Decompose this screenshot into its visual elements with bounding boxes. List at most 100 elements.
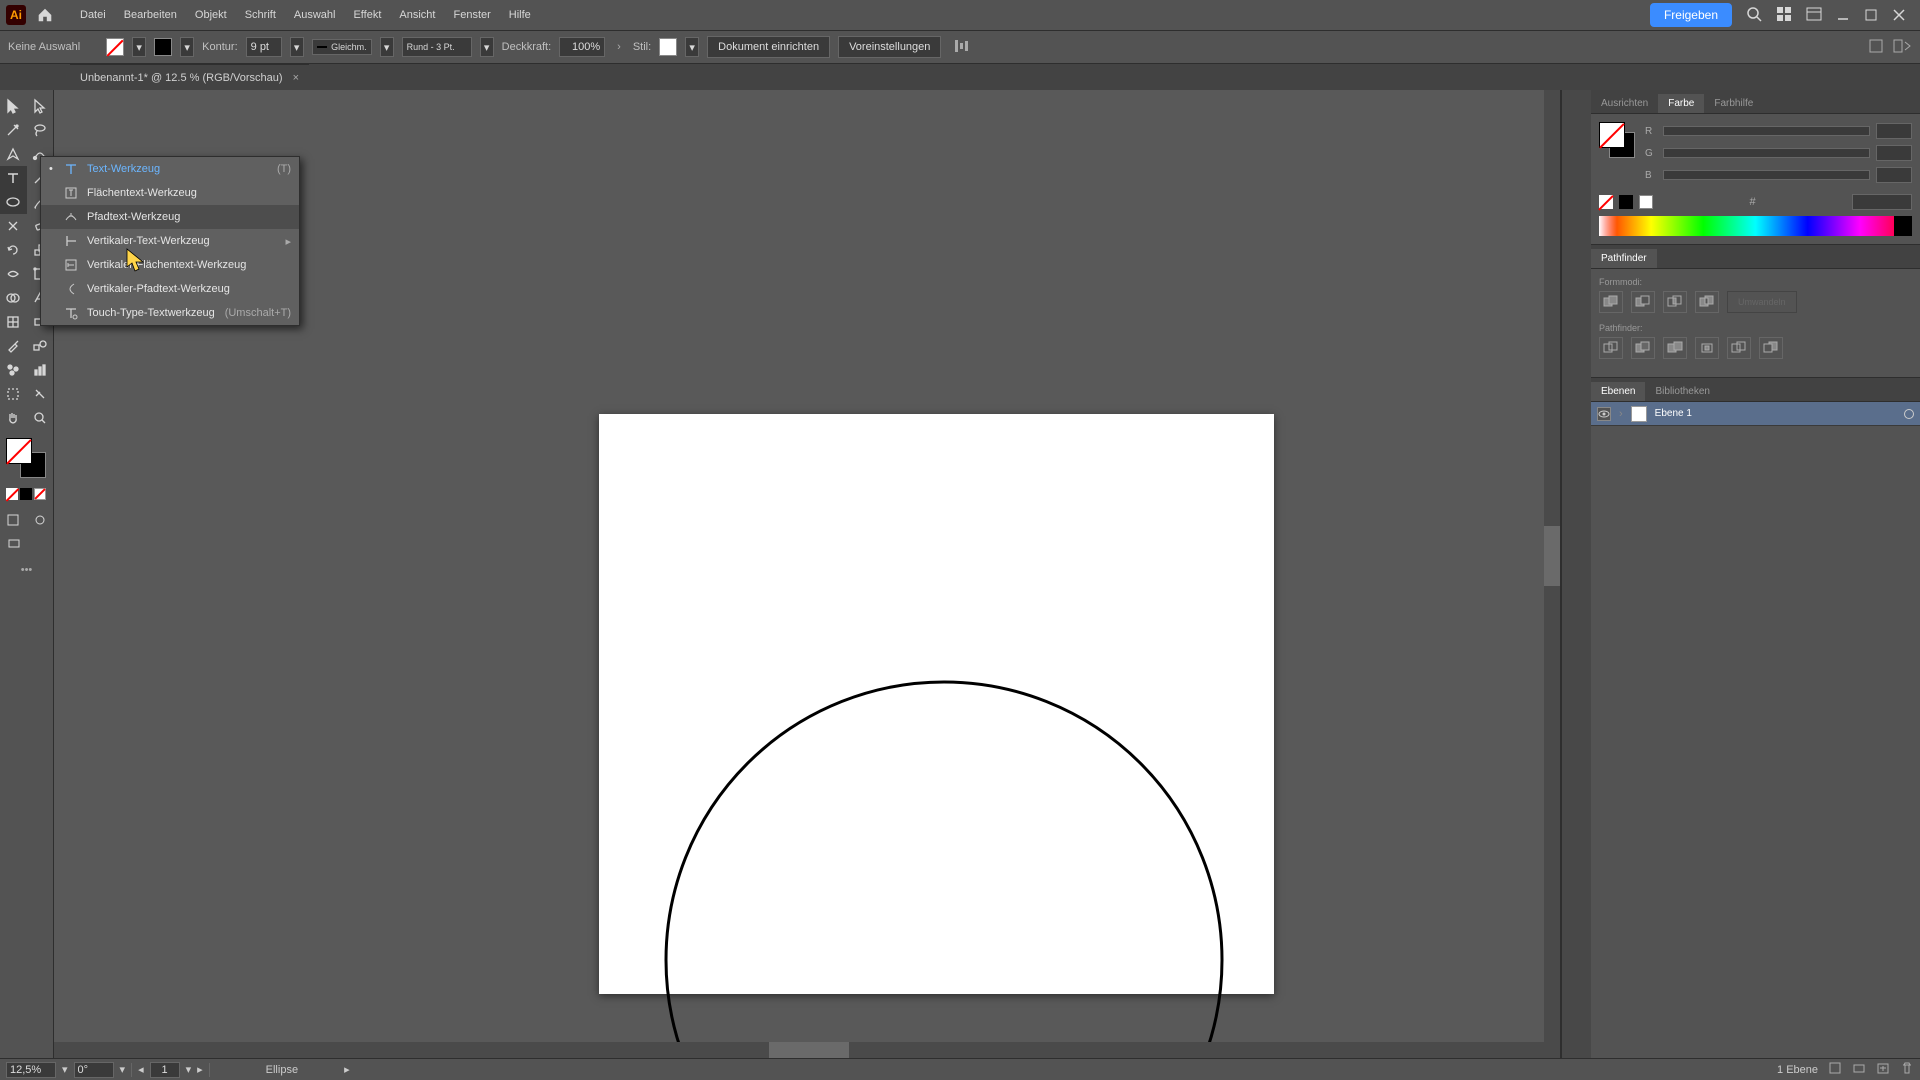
black-swatch-icon[interactable] bbox=[20, 488, 32, 500]
tab-libraries[interactable]: Bibliotheken bbox=[1645, 382, 1719, 401]
black-color-icon[interactable] bbox=[1619, 195, 1633, 209]
menu-effekt[interactable]: Effekt bbox=[345, 5, 389, 25]
zoom-dropdown-icon[interactable]: ▾ bbox=[62, 1063, 68, 1076]
tab-color[interactable]: Farbe bbox=[1658, 94, 1704, 113]
flyout-vertical-path-type-tool[interactable]: Vertikaler-Pfadtext-Werkzeug bbox=[41, 277, 299, 301]
tab-layers[interactable]: Ebenen bbox=[1591, 382, 1645, 401]
flyout-touch-type-tool[interactable]: Touch-Type-Textwerkzeug (Umschalt+T) bbox=[41, 301, 299, 325]
draw-mode-behind[interactable] bbox=[27, 508, 54, 532]
r-value[interactable] bbox=[1876, 123, 1912, 139]
style-swatch[interactable] bbox=[659, 38, 677, 56]
shape-builder-tool[interactable] bbox=[0, 286, 27, 310]
panel-toggle-icon[interactable] bbox=[1868, 38, 1884, 57]
artboard-input[interactable] bbox=[150, 1062, 180, 1078]
pf-minus[interactable] bbox=[1631, 291, 1655, 313]
layer-name[interactable]: Ebene 1 bbox=[1655, 408, 1692, 419]
tab-pathfinder[interactable]: Pathfinder bbox=[1591, 249, 1657, 268]
stroke-weight-input[interactable] bbox=[246, 37, 282, 57]
artboard-next-icon[interactable]: ▸ bbox=[197, 1063, 203, 1076]
doc-setup-button[interactable]: Dokument einrichten bbox=[707, 36, 830, 58]
hand-tool[interactable] bbox=[0, 406, 27, 430]
layer-row[interactable]: › Ebene 1 bbox=[1591, 402, 1920, 426]
none-swatch-icon[interactable] bbox=[6, 488, 18, 500]
brush-dropdown[interactable]: ▾ bbox=[480, 37, 494, 57]
stroke-weight-dropdown[interactable]: ▾ bbox=[290, 37, 304, 57]
fill-swatch[interactable] bbox=[106, 38, 124, 56]
rotate-tool[interactable] bbox=[0, 238, 27, 262]
document-tab[interactable]: Unbenannt-1* @ 12.5 % (RGB/Vorschau) × bbox=[70, 64, 309, 90]
layer-panel-icon-1[interactable] bbox=[1828, 1061, 1842, 1078]
layer-visibility-toggle[interactable] bbox=[1597, 407, 1611, 421]
pf-unite[interactable] bbox=[1599, 291, 1623, 313]
g-slider[interactable] bbox=[1663, 148, 1870, 158]
pf-crop[interactable] bbox=[1695, 337, 1719, 359]
pf-divide[interactable] bbox=[1599, 337, 1623, 359]
color-spectrum[interactable] bbox=[1599, 216, 1912, 236]
screen-mode[interactable] bbox=[0, 532, 27, 556]
essentials-icon[interactable] bbox=[1892, 38, 1912, 57]
color-preview[interactable] bbox=[1599, 122, 1635, 158]
type-tool[interactable] bbox=[0, 166, 27, 190]
opacity-input[interactable] bbox=[559, 37, 605, 57]
g-value[interactable] bbox=[1876, 145, 1912, 161]
share-button[interactable]: Freigeben bbox=[1650, 3, 1732, 27]
minimize-button[interactable] bbox=[1836, 8, 1850, 22]
stroke-dropdown[interactable]: ▾ bbox=[180, 37, 194, 57]
pf-exclude[interactable] bbox=[1695, 291, 1719, 313]
ellipse-tool[interactable] bbox=[0, 190, 27, 214]
stroke-profile[interactable]: Gleichm. bbox=[312, 39, 372, 55]
menu-bearbeiten[interactable]: Bearbeiten bbox=[116, 5, 185, 25]
direct-selection-tool[interactable] bbox=[27, 94, 54, 118]
draw-mode-normal[interactable] bbox=[0, 508, 27, 532]
b-value[interactable] bbox=[1876, 167, 1912, 183]
menu-fenster[interactable]: Fenster bbox=[445, 5, 498, 25]
menu-auswahl[interactable]: Auswahl bbox=[286, 5, 344, 25]
artboard-tool[interactable] bbox=[0, 382, 27, 406]
zoom-input[interactable] bbox=[6, 1062, 56, 1078]
white-swatch-icon[interactable] bbox=[34, 488, 46, 500]
edit-toolbar[interactable]: ••• bbox=[21, 564, 33, 576]
blend-tool[interactable] bbox=[27, 334, 54, 358]
shaper-tool[interactable] bbox=[0, 214, 27, 238]
search-icon[interactable] bbox=[1746, 6, 1762, 25]
fill-stroke-swap[interactable] bbox=[0, 436, 54, 484]
width-tool[interactable] bbox=[0, 262, 27, 286]
workspace-icon[interactable] bbox=[1806, 6, 1822, 25]
panel-strip[interactable] bbox=[1561, 90, 1591, 1058]
eyedropper-tool[interactable] bbox=[0, 334, 27, 358]
close-button[interactable] bbox=[1892, 8, 1906, 22]
arrange-icon[interactable] bbox=[1776, 6, 1792, 25]
fill-dropdown[interactable]: ▾ bbox=[132, 37, 146, 57]
white-color-icon[interactable] bbox=[1639, 195, 1653, 209]
r-slider[interactable] bbox=[1663, 126, 1870, 136]
tab-color-guide[interactable]: Farbhilfe bbox=[1704, 94, 1763, 113]
pf-outline[interactable] bbox=[1727, 337, 1751, 359]
pf-minus-back[interactable] bbox=[1759, 337, 1783, 359]
artboard-dropdown-icon[interactable]: ▾ bbox=[186, 1063, 192, 1076]
layer-target[interactable] bbox=[1904, 409, 1914, 419]
artboard-prev-icon[interactable]: ◂ bbox=[138, 1063, 144, 1076]
pen-tool[interactable] bbox=[0, 142, 27, 166]
vertical-scrollbar[interactable] bbox=[1544, 90, 1560, 1058]
home-icon[interactable] bbox=[36, 6, 54, 24]
pf-intersect[interactable] bbox=[1663, 291, 1687, 313]
menu-objekt[interactable]: Objekt bbox=[187, 5, 235, 25]
graph-tool[interactable] bbox=[27, 358, 54, 382]
close-tab-icon[interactable]: × bbox=[293, 72, 299, 84]
magic-wand-tool[interactable] bbox=[0, 118, 27, 142]
status-nav-icon[interactable]: ▸ bbox=[344, 1063, 350, 1076]
prefs-button[interactable]: Voreinstellungen bbox=[838, 36, 941, 58]
none-color-icon[interactable] bbox=[1599, 195, 1613, 209]
flyout-vertical-type-tool[interactable]: Vertikaler-Text-Werkzeug ▸ bbox=[41, 229, 299, 253]
pf-merge[interactable] bbox=[1663, 337, 1687, 359]
pf-trim[interactable] bbox=[1631, 337, 1655, 359]
menu-schrift[interactable]: Schrift bbox=[237, 5, 284, 25]
layer-panel-icon-2[interactable] bbox=[1852, 1061, 1866, 1078]
mesh-tool[interactable] bbox=[0, 310, 27, 334]
new-layer-icon[interactable] bbox=[1876, 1061, 1890, 1078]
brush-select[interactable]: Rund - 3 Pt. bbox=[402, 37, 472, 57]
flyout-vertical-area-type-tool[interactable]: Vertikaler-Flächentext-Werkzeug bbox=[41, 253, 299, 277]
selection-tool[interactable] bbox=[0, 94, 27, 118]
maximize-button[interactable] bbox=[1864, 8, 1878, 22]
flyout-text-tool[interactable]: • Text-Werkzeug (T) bbox=[41, 157, 299, 181]
